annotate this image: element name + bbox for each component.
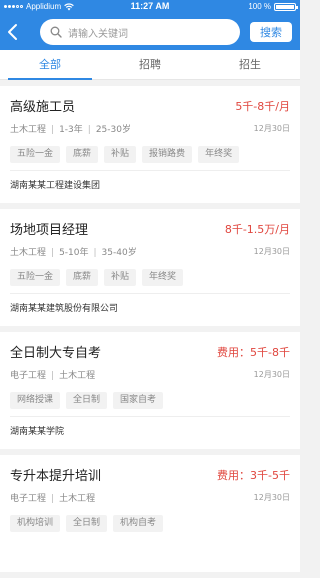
tag: 补贴	[104, 269, 137, 286]
listing-meta: 电子工程 | 土木工程	[10, 494, 96, 504]
tag: 底薪	[66, 146, 99, 163]
tab-recruitment[interactable]: 招聘	[100, 50, 200, 79]
tag: 报销路费	[142, 146, 193, 163]
listing-card[interactable]: 专升本提升培训 费用：3千-5千 电子工程 | 土木工程 12月30日 机构培训 全…	[0, 455, 300, 572]
meta-experience: 1-3年	[59, 125, 83, 135]
tag: 机构培训	[10, 515, 61, 532]
chevron-left-icon	[8, 24, 17, 40]
listing-card[interactable]: 全日制大专自考 费用：5千-8千 电子工程 | 土木工程 12月30日 网络授课 全…	[0, 332, 300, 449]
listing-title: 高级施工员	[10, 100, 76, 115]
tag: 补贴	[104, 146, 137, 163]
listing-card[interactable]: 场地项目经理 8千-1.5万/月 土木工程 | 5-10年 | 35-40岁 12月30…	[0, 209, 300, 326]
tag: 五险一金	[10, 269, 61, 286]
tab-bar: 全部 招聘 招生	[0, 50, 300, 80]
search-button[interactable]: 搜索	[250, 22, 292, 42]
search-icon	[50, 26, 62, 38]
meta-field: 土木工程	[59, 371, 96, 381]
tab-all[interactable]: 全部	[0, 50, 100, 80]
search-input[interactable]: 请输入关键词	[40, 19, 240, 45]
listing-title: 专升本提升培训	[10, 469, 102, 484]
listing-card[interactable]: 高级施工员 5千-8千/月 土木工程 | 1-3年 | 25-30岁 12月30日 五险…	[0, 86, 300, 203]
meta-field: 土木工程	[59, 494, 96, 504]
listing-date: 12月30日	[253, 493, 290, 502]
listing-fee: 费用：3千-5千	[217, 469, 290, 482]
meta-field: 电子工程	[10, 494, 47, 504]
battery-area: 100 %	[248, 2, 298, 11]
tag: 网络授课	[10, 392, 61, 409]
meta-field: 土木工程	[10, 248, 47, 258]
company-name: 湖南某某工程建设集团	[10, 181, 101, 191]
company-name: 湖南某某建筑股份有限公司	[10, 304, 119, 314]
school-name: 湖南某某学院	[10, 427, 65, 437]
tag: 年终奖	[142, 269, 184, 286]
tab-admissions[interactable]: 招生	[200, 50, 300, 79]
tag-list: 网络授课 全日制 国家自考	[10, 392, 164, 409]
tag-list: 五险一金 底薪 补贴 报销路费 年终奖	[10, 146, 240, 163]
listing-date: 12月30日	[253, 124, 290, 133]
listing-salary: 8千-1.5万/月	[224, 223, 290, 236]
listing-salary: 5千-8千/月	[235, 100, 290, 113]
listing-meta: 电子工程 | 土木工程	[10, 371, 96, 381]
tag: 全日制	[66, 392, 108, 409]
divider	[10, 170, 290, 171]
search-placeholder: 请输入关键词	[68, 28, 128, 40]
tag: 全日制	[66, 515, 108, 532]
header: 请输入关键词 搜索	[0, 14, 300, 50]
listing-fee: 费用：5千-8千	[217, 346, 290, 359]
tag-list: 五险一金 底薪 补贴 年终奖	[10, 269, 184, 286]
tag: 底薪	[66, 269, 99, 286]
battery-percent: 100 %	[248, 2, 271, 11]
meta-field: 土木工程	[10, 125, 47, 135]
listing-meta: 土木工程 | 1-3年 | 25-30岁	[10, 125, 131, 135]
tag: 年终奖	[198, 146, 240, 163]
divider	[10, 293, 290, 294]
back-button[interactable]	[4, 22, 24, 42]
listing-list: 高级施工员 5千-8千/月 土木工程 | 1-3年 | 25-30岁 12月30日 五险…	[0, 86, 300, 578]
listing-date: 12月30日	[253, 370, 290, 379]
meta-field: 电子工程	[10, 371, 47, 381]
divider	[10, 416, 290, 417]
tag: 机构自考	[113, 515, 164, 532]
meta-age: 25-30岁	[95, 125, 131, 135]
listing-date: 12月30日	[253, 247, 290, 256]
listing-title: 全日制大专自考	[10, 346, 102, 361]
tag: 五险一金	[10, 146, 61, 163]
listing-meta: 土木工程 | 5-10年 | 35-40岁	[10, 248, 137, 258]
tag: 国家自考	[113, 392, 164, 409]
meta-experience: 5-10年	[59, 248, 89, 258]
tag-list: 机构培训 全日制 机构自考	[10, 515, 164, 532]
meta-age: 35-40岁	[101, 248, 137, 258]
status-bar: Applidium 11:27 AM 100 %	[0, 0, 300, 14]
listing-title: 场地项目经理	[10, 223, 89, 238]
battery-icon	[274, 2, 298, 11]
